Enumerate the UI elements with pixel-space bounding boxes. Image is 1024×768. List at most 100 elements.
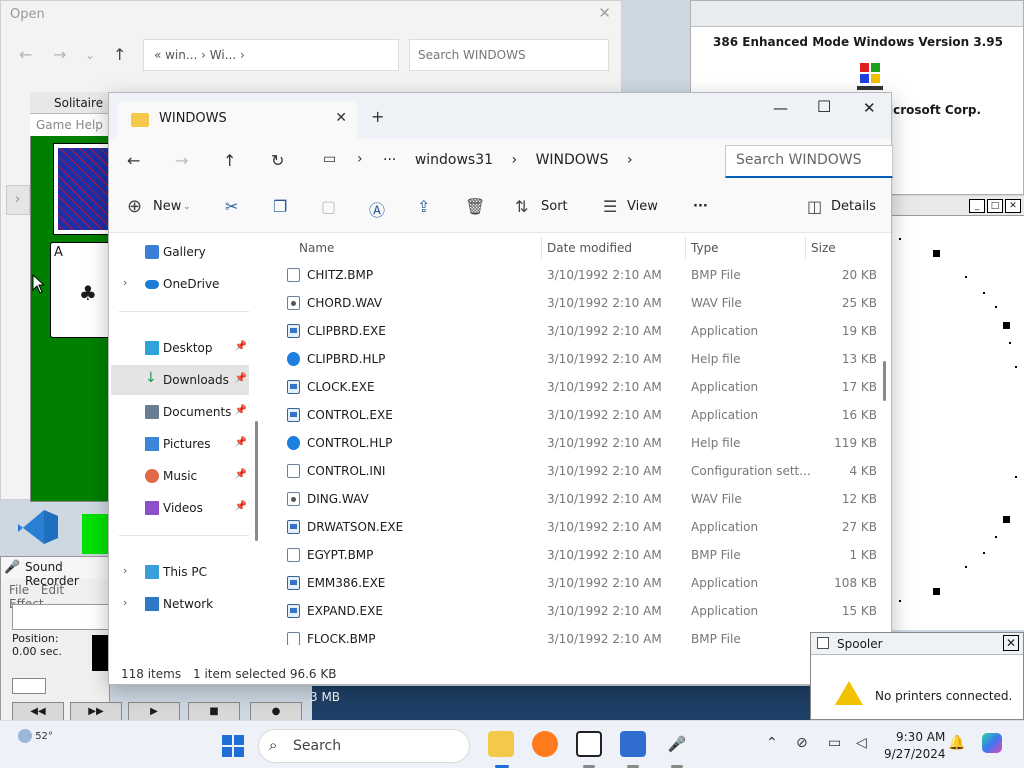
chevron-right-icon[interactable]: › (123, 564, 127, 577)
nav-item-onedrive[interactable]: › OneDrive (111, 269, 249, 299)
file-row[interactable]: CLIPBRD.EXE 3/10/1992 2:10 AM Application 1… (269, 317, 881, 345)
nav-scrollbar[interactable] (255, 421, 258, 541)
firefox-icon[interactable] (532, 731, 558, 757)
file-list-scrollbar[interactable] (883, 361, 886, 401)
column-divider[interactable] (541, 237, 542, 259)
notification-bell-icon[interactable]: 🔔 (948, 735, 965, 751)
breadcrumb-windows31[interactable]: windows31 (415, 152, 493, 168)
chevron-down-icon[interactable]: ⌄ (85, 48, 95, 62)
taskbar-time[interactable]: 9:30 AM (896, 730, 945, 744)
cut-icon[interactable]: ✂ (225, 197, 238, 216)
sort-icon[interactable]: ⇅ (515, 197, 528, 216)
open-search-input[interactable]: Search WINDOWS (409, 39, 609, 71)
sound-scrollbar[interactable] (12, 678, 46, 694)
file-row[interactable]: DRWATSON.EXE 3/10/1992 2:10 AM Application… (269, 513, 881, 541)
file-row[interactable]: CHORD.WAV 3/10/1992 2:10 AM WAV File 25 KB (269, 289, 881, 317)
forward-arrow-icon[interactable]: → (175, 151, 188, 170)
column-size[interactable]: Size (811, 241, 836, 255)
file-row[interactable]: FLOCK.BMP 3/10/1992 2:10 AM BMP File (269, 625, 881, 645)
pin-icon[interactable]: 📌 (235, 469, 247, 480)
close-tab-icon[interactable]: ✕ (335, 110, 347, 126)
pin-icon[interactable]: 📌 (235, 341, 247, 352)
new-icon[interactable]: ⊕ (127, 196, 142, 217)
close-icon[interactable]: ✕ (863, 99, 876, 117)
open-dialog-close-icon[interactable]: ✕ (598, 4, 611, 22)
more-options-button[interactable]: ··· (693, 199, 708, 214)
nav-item-videos[interactable]: Videos 📌 (111, 493, 249, 523)
file-row[interactable]: EGYPT.BMP 3/10/1992 2:10 AM BMP File 1 KB (269, 541, 881, 569)
notepad-icon[interactable] (620, 731, 646, 757)
file-row[interactable]: EXPAND.EXE 3/10/1992 2:10 AM Application 15… (269, 597, 881, 625)
sound-recorder-taskbar-icon[interactable]: 🎤 (664, 731, 690, 757)
column-divider[interactable] (805, 237, 806, 259)
record-button[interactable]: ● (250, 702, 302, 722)
pin-icon[interactable]: 📌 (235, 373, 247, 384)
taskbar-search[interactable]: ⌕ Search (258, 729, 470, 763)
sort-button[interactable]: Sort (541, 199, 568, 214)
details-pane-icon[interactable]: ◫ (807, 197, 822, 216)
share-icon[interactable]: ⇪ (417, 197, 430, 216)
view-button[interactable]: View (627, 199, 658, 214)
maximize-icon[interactable]: ☐ (817, 97, 831, 116)
up-arrow-icon[interactable]: ↑ (113, 45, 126, 64)
breadcrumb[interactable]: ··· windows31 › WINDOWS › (383, 152, 647, 168)
pin-icon[interactable]: 📌 (235, 437, 247, 448)
minimize-icon[interactable]: _ (969, 199, 985, 213)
card-ace-of-clubs[interactable]: A ♣ (50, 242, 112, 338)
tab-windows[interactable]: WINDOWS ✕ (117, 101, 357, 139)
details-button[interactable]: Details (831, 199, 876, 214)
rewind-button[interactable]: ◀◀ (12, 702, 64, 722)
refresh-icon[interactable]: ↻ (271, 151, 284, 170)
stop-button[interactable]: ■ (188, 702, 240, 722)
new-tab-icon[interactable]: + (371, 107, 384, 126)
search-input[interactable]: Search WINDOWS (725, 145, 893, 178)
start-button[interactable] (222, 735, 244, 757)
fast-forward-button[interactable]: ▶▶ (70, 702, 122, 722)
chevron-down-icon[interactable]: ⌄ (183, 202, 191, 212)
nav-item-network[interactable]: › Network (111, 589, 249, 619)
breadcrumb-windows[interactable]: WINDOWS (536, 152, 609, 168)
chevron-right-icon[interactable]: › (6, 185, 30, 215)
network-offline-icon[interactable]: ⊘ (796, 735, 808, 751)
forward-arrow-icon[interactable]: → (53, 45, 66, 64)
column-type[interactable]: Type (691, 241, 719, 255)
rename-icon[interactable]: Ⓐ (369, 197, 385, 221)
taskbar-date[interactable]: 9/27/2024 (884, 747, 946, 761)
weather-widget[interactable]: 52° (18, 729, 53, 743)
back-arrow-icon[interactable]: ← (127, 151, 140, 170)
file-row[interactable]: CLIPBRD.HLP 3/10/1992 2:10 AM Help file 13 … (269, 345, 881, 373)
display-icon[interactable]: ▭ (828, 735, 841, 751)
view-icon[interactable]: ☰ (603, 197, 617, 216)
file-row[interactable]: DING.WAV 3/10/1992 2:10 AM WAV File 12 KB (269, 485, 881, 513)
pin-icon[interactable]: 📌 (235, 501, 247, 512)
card-deck[interactable] (53, 143, 113, 235)
minimize-icon[interactable]: — (773, 99, 788, 117)
column-date-modified[interactable]: Date modified (547, 241, 632, 255)
file-row[interactable]: CONTROL.EXE 3/10/1992 2:10 AM Application 1… (269, 401, 881, 429)
chevron-right-icon[interactable]: › (123, 596, 127, 609)
chevron-right-icon[interactable]: › (123, 276, 127, 289)
nav-item-downloads[interactable]: ↓ Downloads 📌 (111, 365, 249, 395)
vscode-icon[interactable] (14, 510, 64, 550)
play-button[interactable]: ▶ (128, 702, 180, 722)
close-icon[interactable]: ✕ (1003, 635, 1019, 651)
back-arrow-icon[interactable]: ← (19, 45, 32, 64)
sound-recorder-menu[interactable]: File Edit Effect (1, 581, 111, 611)
pin-icon[interactable]: 📌 (235, 405, 247, 416)
file-explorer-taskbar-icon[interactable] (488, 731, 514, 757)
maximize-icon[interactable]: □ (987, 199, 1003, 213)
file-row[interactable]: CONTROL.INI 3/10/1992 2:10 AM Configuratio… (269, 457, 881, 485)
nav-item-gallery[interactable]: Gallery (111, 237, 249, 267)
solitaire-menu[interactable]: Game Help (30, 114, 120, 136)
close-icon[interactable]: ✕ (1005, 199, 1021, 213)
nav-item-pictures[interactable]: Pictures 📌 (111, 429, 249, 459)
copy-icon[interactable]: ❐ (273, 197, 287, 216)
column-divider[interactable] (685, 237, 686, 259)
up-arrow-icon[interactable]: ↑ (223, 151, 236, 170)
paste-icon[interactable]: ▢ (321, 197, 336, 216)
chevron-up-icon[interactable]: ⌃ (766, 735, 778, 751)
delete-icon[interactable]: 🗑 (465, 197, 485, 216)
calculator-icon[interactable] (576, 731, 602, 757)
nav-item-music[interactable]: Music 📌 (111, 461, 249, 491)
nav-item-documents[interactable]: Documents 📌 (111, 397, 249, 427)
